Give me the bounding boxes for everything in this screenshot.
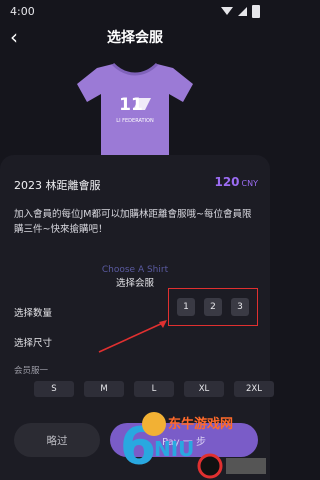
page-title: 选择会服 [107, 30, 163, 46]
size-option-m[interactable]: M [84, 381, 124, 397]
product-description: 加入會員的每位JM都可以加購林距離會服哦~每位會員限購三件~快來搶購吧！ [14, 209, 252, 235]
status-icons [221, 4, 260, 18]
size-label: 选择尺寸 [14, 338, 53, 349]
status-time: 4:00 [10, 4, 35, 18]
bottom-actions: 略过 Pay 一 步 [14, 423, 258, 457]
back-icon[interactable]: ‹ [10, 25, 18, 49]
overlay-ghost-text: Choose A Shirt [101, 265, 169, 275]
size-header: 会员服一 [14, 366, 49, 376]
tshirt-icon: 11 LI FEDERATION [77, 62, 193, 158]
size-option-s[interactable]: S [34, 381, 74, 397]
wifi-icon [221, 7, 233, 15]
arrow-icon [98, 320, 167, 353]
nav-bar: ‹ 选择会服 [0, 22, 270, 52]
overlay-title: 选择会服 [115, 278, 154, 289]
signal-icon [238, 6, 247, 16]
quantity-label: 选择数量 [14, 308, 53, 319]
size-option-xl[interactable]: XL [184, 381, 224, 397]
quantity-option-3[interactable]: 3 [231, 298, 249, 316]
price-value: 120 [214, 175, 240, 189]
quantity-selector: 1 2 3 [168, 288, 258, 326]
size-option-l[interactable]: L [134, 381, 174, 397]
tshirt-image: 11 LI FEDERATION [0, 58, 270, 158]
battery-icon [252, 4, 260, 18]
shirt-text: LI FEDERATION [116, 118, 154, 124]
quantity-option-1[interactable]: 1 [177, 298, 195, 316]
size-options: S M L XL 2XL [34, 381, 274, 397]
size-option-2xl[interactable]: 2XL [234, 381, 274, 397]
quantity-option-2[interactable]: 2 [204, 298, 222, 316]
skip-button[interactable]: 略过 [14, 423, 100, 457]
product-price: 120 CNY [214, 175, 258, 189]
pay-button[interactable]: Pay 一 步 [110, 423, 258, 457]
product-name: 2023 林距離會服 [14, 179, 101, 192]
status-bar: 4:00 [0, 0, 270, 22]
price-currency: CNY [241, 179, 258, 188]
